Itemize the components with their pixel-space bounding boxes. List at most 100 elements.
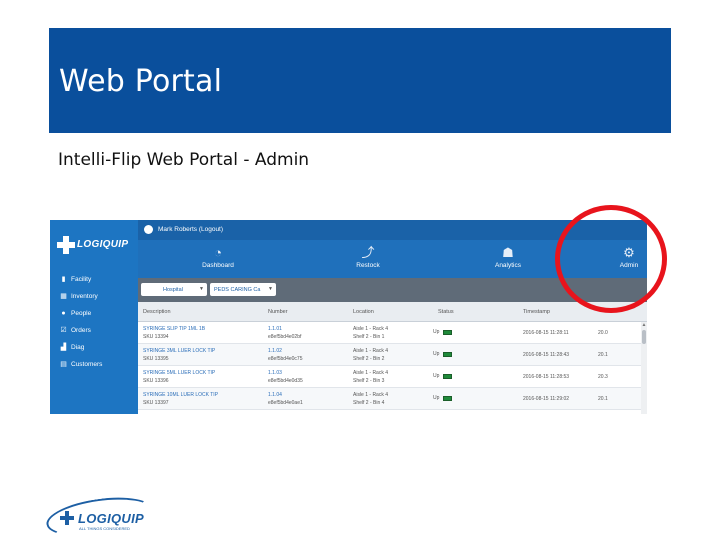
item-number[interactable]: 1.1.04	[268, 392, 282, 398]
footer-logo-text: LOGIQUIP	[78, 511, 144, 526]
battery-icon	[443, 351, 453, 357]
person-icon: ●	[61, 309, 66, 317]
item-sku: SKU 13395	[143, 356, 169, 362]
tab-label: Admin	[619, 262, 639, 269]
sidebar-item-customers[interactable]: ▤ Customers	[60, 357, 102, 371]
table-row[interactable]: SYRINGE SLIP TIP 1ML 1B SKU 13394 1.1.01…	[138, 322, 641, 344]
top-navigation: Mark Roberts (Logout) ◔ Dashboard ⤴ Rest…	[138, 220, 647, 278]
status-text: Up	[433, 329, 440, 335]
portal-screenshot: LOGIQUIP ▮ Facility ▦ Inventory ● People…	[50, 220, 647, 414]
slide-subtitle: Intelli-Flip Web Portal - Admin	[58, 150, 310, 170]
cross-logo-icon	[60, 511, 74, 525]
item-code: e8ef5bd4e0d35	[268, 378, 303, 384]
item-sku: SKU 13397	[143, 400, 169, 406]
item-code: e8ef5bd4e0ae1	[268, 400, 303, 406]
tab-restock[interactable]: ⤴ Restock	[333, 244, 403, 274]
grid-icon: ▦	[60, 292, 67, 300]
app-logo: LOGIQUIP	[55, 230, 135, 260]
item-value: 20.1	[598, 396, 608, 402]
slide-title: Web Portal	[59, 64, 223, 99]
column-header[interactable]: Location	[353, 309, 374, 315]
sidebar-item-inventory[interactable]: ▦ Inventory	[60, 289, 98, 303]
column-header[interactable]: Timestamp	[523, 309, 550, 315]
item-number[interactable]: 1.1.01	[268, 326, 282, 332]
status-indicator: Up	[433, 395, 453, 401]
filter-bar: Hospital ▼ PEDS CARING Ca ▼	[138, 278, 647, 302]
table-row[interactable]: SYRINGE 3ML LUER LOCK TIP SKU 13395 1.1.…	[138, 344, 641, 366]
item-location-detail: Shelf 2 - Bin 4	[353, 400, 385, 406]
item-description[interactable]: SYRINGE 10ML LUER LOCK TIP	[143, 392, 218, 398]
footer-tagline: ALL THINGS CONSIDERED	[79, 526, 130, 531]
item-number[interactable]: 1.1.02	[268, 348, 282, 354]
trend-icon: ⤴	[361, 245, 375, 260]
item-code: e8ef5bd4e0c75	[268, 356, 303, 362]
column-header[interactable]: Status	[438, 309, 454, 315]
gear-icon: ⚙	[623, 245, 635, 260]
item-description[interactable]: SYRINGE 5ML LUER LOCK TIP	[143, 370, 215, 376]
checkbox-icon: ☑	[60, 326, 67, 334]
item-description[interactable]: SYRINGE 3ML LUER LOCK TIP	[143, 348, 215, 354]
tab-label: Analytics	[494, 262, 521, 269]
chevron-down-icon: ▼	[199, 286, 204, 292]
item-value: 20.3	[598, 374, 608, 380]
item-location: Aisle 1 - Rack 4	[353, 392, 389, 398]
battery-icon	[443, 373, 453, 379]
scroll-up-arrow-icon[interactable]: ▲	[641, 322, 647, 328]
column-header[interactable]: Number	[268, 309, 288, 315]
battery-icon	[443, 395, 453, 401]
item-location: Aisle 1 - Rack 4	[353, 370, 389, 376]
table-row[interactable]: SYRINGE 5ML LUER LOCK TIP SKU 13396 1.1.…	[138, 366, 641, 388]
tab-admin[interactable]: ⚙ Admin	[613, 244, 645, 274]
sidebar-item-label: People	[71, 309, 92, 317]
chevron-down-icon: ▼	[268, 286, 273, 292]
sidebar-item-label: Orders	[71, 326, 91, 334]
tab-label: Restock	[356, 262, 380, 269]
status-text: Up	[433, 395, 440, 401]
sidebar-item-people[interactable]: ● People	[60, 306, 91, 320]
footer-logo: LOGIQUIP ALL THINGS CONSIDERED	[44, 491, 156, 540]
sidebar-item-label: Diag	[71, 343, 85, 351]
unit-select[interactable]: PEDS CARING Ca ▼	[210, 283, 276, 296]
cross-logo-icon	[57, 236, 75, 254]
user-bar: Mark Roberts (Logout)	[138, 220, 647, 240]
chart-icon: ▟	[60, 343, 67, 351]
item-value: 20.0	[598, 330, 608, 336]
select-value: Hospital	[163, 286, 183, 293]
item-location-detail: Shelf 2 - Bin 3	[353, 378, 385, 384]
user-logout-link[interactable]: Mark Roberts (Logout)	[158, 226, 223, 233]
tab-dashboard[interactable]: ◔ Dashboard	[183, 244, 253, 274]
tab-analytics[interactable]: ☗ Analytics	[473, 244, 543, 274]
slide-header: Web Portal	[49, 28, 671, 133]
user-avatar-icon	[144, 225, 153, 234]
table-row[interactable]: SYRINGE 10ML LUER LOCK TIP SKU 13397 1.1…	[138, 388, 641, 410]
table-scrollbar[interactable]: ▲	[641, 322, 647, 414]
person-icon: ☗	[502, 245, 514, 260]
sidebar-item-label: Customers	[71, 360, 103, 368]
building-icon: ▮	[61, 275, 66, 283]
item-number[interactable]: 1.1.03	[268, 370, 282, 376]
column-header[interactable]: Description	[143, 309, 171, 315]
sidebar-item-label: Inventory	[71, 292, 98, 300]
item-sku: SKU 13394	[143, 334, 169, 340]
sidebar: LOGIQUIP ▮ Facility ▦ Inventory ● People…	[50, 220, 138, 414]
item-timestamp: 2016-08-15 11:28:53	[523, 374, 570, 380]
sidebar-item-diag[interactable]: ▟ Diag	[60, 340, 85, 354]
table-header: Description Number Location Status Times…	[138, 302, 647, 322]
logo-text: LOGIQUIP	[77, 239, 129, 250]
status-indicator: Up	[433, 373, 453, 379]
hospital-select[interactable]: Hospital ▼	[141, 283, 207, 296]
item-timestamp: 2016-08-15 11:28:11	[523, 330, 569, 336]
sidebar-item-facility[interactable]: ▮ Facility	[60, 272, 92, 286]
scroll-thumb[interactable]	[642, 330, 646, 344]
select-value: PEDS CARING Ca	[214, 286, 261, 293]
item-value: 20.1	[598, 352, 608, 358]
sidebar-item-label: Facility	[71, 275, 92, 283]
sidebar-item-orders[interactable]: ☑ Orders	[60, 323, 91, 337]
store-icon: ▤	[60, 360, 67, 368]
speedometer-icon: ◔	[214, 245, 222, 260]
item-code: e8ef5bd4e02bf	[268, 334, 302, 340]
item-location: Aisle 1 - Rack 4	[353, 326, 389, 332]
item-description[interactable]: SYRINGE SLIP TIP 1ML 1B	[143, 326, 205, 332]
tab-label: Dashboard	[202, 262, 234, 269]
status-indicator: Up	[433, 351, 453, 357]
